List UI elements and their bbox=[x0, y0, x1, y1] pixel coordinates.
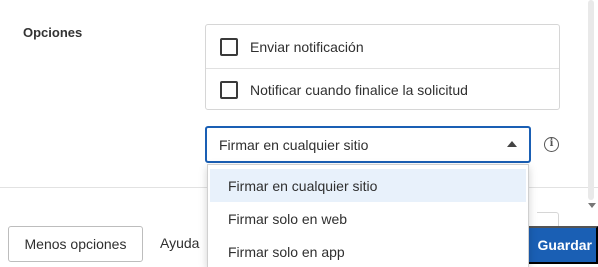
info-icon[interactable]: i bbox=[544, 137, 559, 152]
send-notification-label: Enviar notificación bbox=[250, 38, 364, 55]
sign-location-dropdown-menu: Firmar en cualquier sitio Firmar solo en… bbox=[207, 164, 529, 267]
dropdown-option-web-only[interactable]: Firmar solo en web bbox=[210, 202, 526, 235]
option-notify-on-finish[interactable]: Notificar cuando finalice la solicitud bbox=[206, 68, 559, 111]
options-section-label: Opciones bbox=[23, 25, 83, 40]
notify-on-finish-checkbox[interactable] bbox=[220, 81, 238, 99]
send-notification-checkbox[interactable] bbox=[220, 37, 238, 56]
options-checkbox-group: Enviar notificación Notificar cuando fin… bbox=[205, 24, 560, 110]
sign-location-select-value: Firmar en cualquier sitio bbox=[219, 136, 369, 153]
scrollbar-thumb[interactable] bbox=[588, 0, 594, 200]
option-send-notification[interactable]: Enviar notificación bbox=[206, 25, 559, 68]
scroll-down-arrow-icon[interactable] bbox=[588, 203, 596, 208]
caret-up-icon bbox=[507, 141, 517, 147]
save-button[interactable]: Guardar bbox=[526, 226, 598, 264]
dropdown-option-anywhere[interactable]: Firmar en cualquier sitio bbox=[210, 169, 526, 202]
less-options-button[interactable]: Menos opciones bbox=[8, 226, 143, 262]
help-link[interactable]: Ayuda bbox=[160, 235, 199, 251]
notify-on-finish-label: Notificar cuando finalice la solicitud bbox=[250, 82, 468, 98]
sign-location-select[interactable]: Firmar en cualquier sitio bbox=[205, 126, 531, 163]
dropdown-option-app-only[interactable]: Firmar solo en app bbox=[210, 235, 526, 267]
sign-request-options-panel: Opciones Enviar notificación Notificar c… bbox=[0, 0, 598, 267]
